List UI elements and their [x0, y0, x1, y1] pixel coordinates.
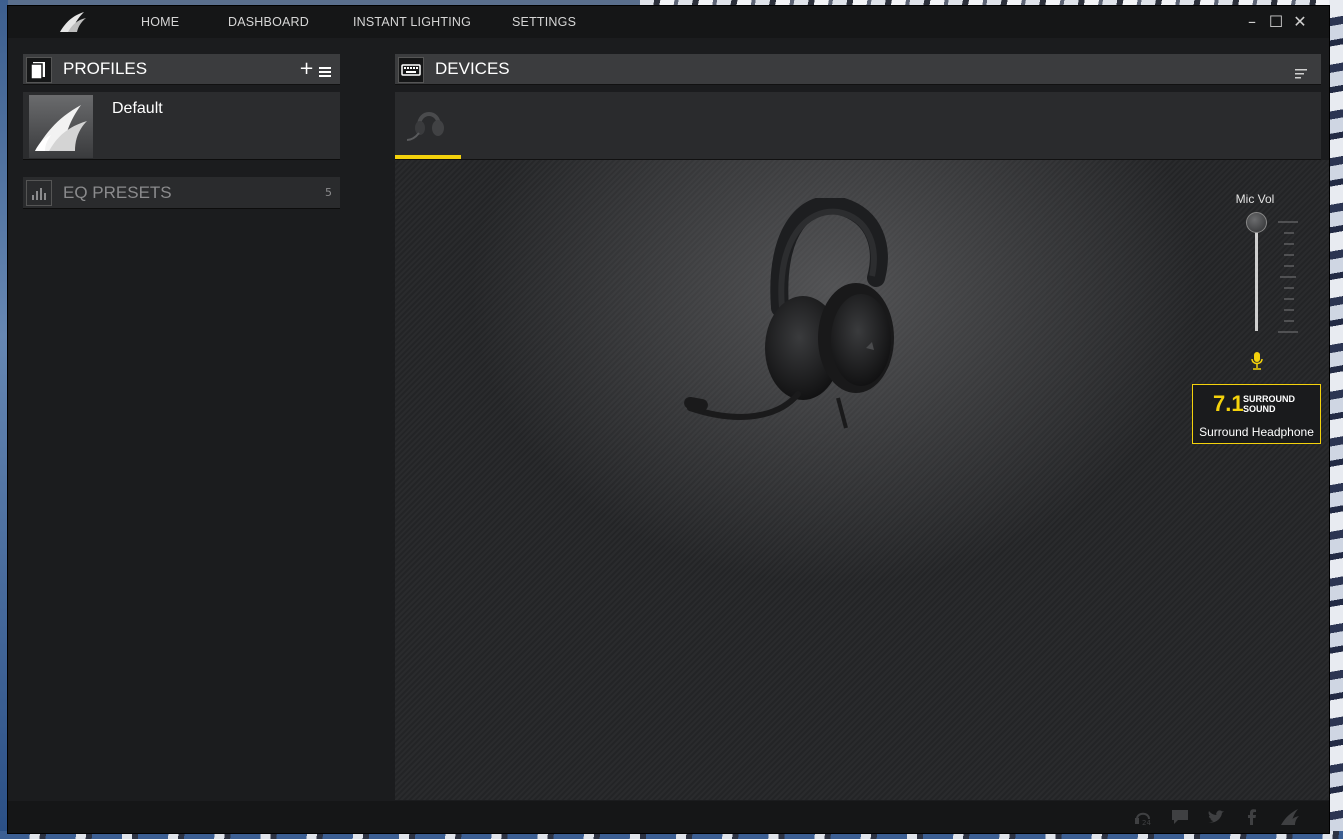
nav-dashboard[interactable]: DASHBOARD	[228, 6, 353, 38]
device-strip	[395, 92, 1321, 160]
keyboard-icon	[398, 57, 424, 83]
surround-sound-button[interactable]: 7.1 SURROUND SOUND Surround Headphone	[1192, 384, 1321, 444]
desktop-background-left	[0, 0, 8, 839]
profile-thumbnail-icon	[29, 95, 93, 158]
profiles-header: PROFILES +	[23, 54, 340, 85]
minimize-button[interactable]: –	[1240, 6, 1264, 38]
mic-vol-slider-knob[interactable]	[1246, 212, 1267, 233]
device-view	[395, 160, 1329, 800]
icue-app-window: HOME DASHBOARD INSTANT LIGHTING SETTINGS…	[8, 6, 1329, 833]
help-24-icon[interactable]: 24	[1133, 807, 1153, 827]
mic-vol-slider-track[interactable]	[1255, 218, 1258, 331]
twitter-icon[interactable]	[1206, 807, 1226, 827]
add-profile-button[interactable]: +	[299, 54, 314, 84]
close-button[interactable]: ✕	[1288, 6, 1312, 38]
corsair-logo-icon[interactable]	[58, 10, 88, 34]
nav-home[interactable]: HOME	[141, 6, 228, 38]
nav-instant-lighting[interactable]: INSTANT LIGHTING	[353, 6, 512, 38]
top-bar: HOME DASHBOARD INSTANT LIGHTING SETTINGS…	[8, 6, 1329, 38]
devices-header: DEVICES	[395, 54, 1321, 85]
desktop-background-right	[1329, 0, 1343, 839]
device-tab-headset[interactable]	[395, 92, 461, 159]
surround-label-line2: SOUND	[1243, 404, 1276, 414]
mic-vol-scale	[1278, 221, 1298, 333]
devices-title: DEVICES	[435, 59, 510, 78]
surround-label-line1: SURROUND	[1243, 394, 1296, 404]
devices-sort-icon[interactable]	[1295, 64, 1307, 79]
surround-mode-name: Surround Headphone	[1199, 425, 1314, 439]
eq-presets-title: EQ PRESETS	[63, 183, 172, 202]
profiles-title: PROFILES	[63, 59, 148, 78]
profile-name: Default	[112, 100, 163, 117]
headset-icon	[406, 112, 444, 141]
equalizer-icon	[26, 180, 52, 206]
corsair-icon[interactable]	[1280, 807, 1300, 827]
device-tab-selected-indicator	[395, 155, 461, 159]
chat-icon[interactable]	[1170, 807, 1190, 827]
profiles-icon	[26, 57, 52, 83]
headset-image	[684, 198, 894, 429]
eq-presets-count: 5	[325, 186, 332, 199]
eq-presets-header[interactable]: EQ PRESETS 5	[23, 177, 340, 209]
surround-number: 7.1	[1213, 391, 1244, 416]
profile-item-default[interactable]: Default	[23, 92, 340, 160]
facebook-icon[interactable]	[1242, 807, 1262, 827]
nav-settings[interactable]: SETTINGS	[512, 6, 592, 38]
microphone-icon[interactable]	[1250, 351, 1264, 371]
bottom-bar: 24	[8, 801, 1329, 833]
maximize-button[interactable]: ☐	[1264, 6, 1288, 38]
svg-text:24: 24	[1142, 819, 1151, 827]
profiles-menu-icon[interactable]	[319, 63, 331, 77]
mic-vol-label: Mic Vol	[1235, 192, 1275, 206]
main-nav: HOME DASHBOARD INSTANT LIGHTING SETTINGS	[141, 6, 592, 38]
